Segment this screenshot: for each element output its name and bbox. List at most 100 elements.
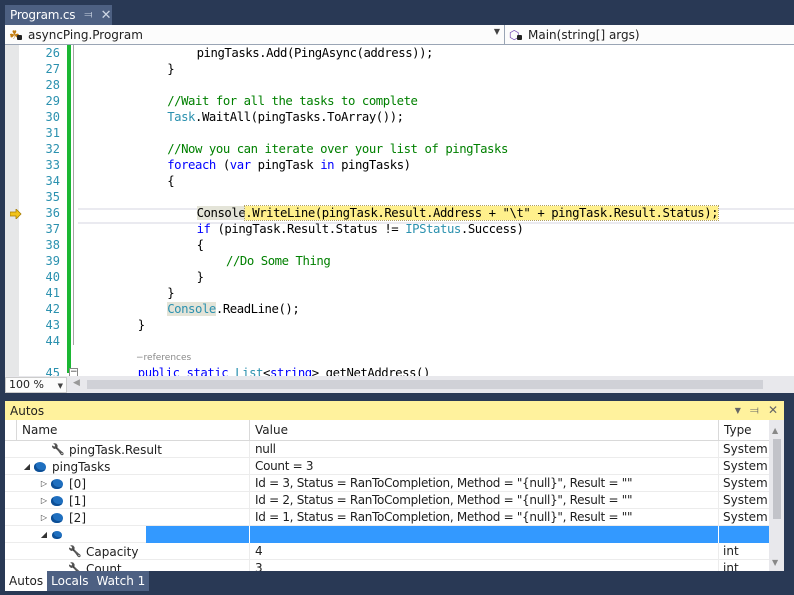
column-header-type[interactable]: Type — [718, 420, 769, 441]
code-token: //Do Some Thing — [226, 254, 331, 268]
collapsed-triangle-icon[interactable]: ▷ — [39, 513, 49, 522]
autos-row[interactable]: ◢ Raw View — [5, 526, 769, 543]
document-tab-program-cs[interactable]: Program.cs ⫤ ✕ — [5, 5, 112, 25]
scroll-left-icon[interactable]: ◀ — [73, 378, 80, 388]
code-editor[interactable]: ☘ asyncPing.Program ▼ ⬡ Main(string[] ar… — [5, 25, 794, 393]
code-line[interactable]: 38 { — [5, 237, 794, 253]
code-line[interactable]: 28 — [5, 77, 794, 93]
code-line[interactable]: 29 //Wait for all the tasks to complete — [5, 93, 794, 109]
code-text: //Do Some Thing — [226, 253, 331, 269]
code-line[interactable]: 32 //Now you can iterate over your list o… — [5, 141, 794, 157]
code-line[interactable]: 45 public static List<string> getNetAddre… — [5, 365, 794, 376]
pin-icon[interactable]: ⫤ — [84, 8, 92, 22]
class-dropdown[interactable]: ☘ asyncPing.Program ▼ — [5, 25, 505, 44]
line-number: 45 — [45, 366, 60, 376]
line-number: 29 — [45, 94, 60, 108]
autos-name-cell: 🔧 pingTask.Result — [16, 441, 249, 458]
autos-value-cell[interactable]: Id = 3, Status = RanToCompletion, Method… — [249, 475, 718, 492]
autos-window: Autos ▼ ⫤ ✕ Name Value Type 🔧 pingTask.Re… — [5, 401, 784, 571]
member-dropdown[interactable]: ⬡ Main(string[] args) — [505, 25, 794, 44]
tab-watch-1[interactable]: Watch 1 — [92, 571, 150, 591]
collapsed-triangle-icon[interactable]: ▷ — [39, 496, 49, 505]
scroll-down-icon[interactable]: ▼ — [772, 558, 778, 567]
zoom-level-dropdown[interactable]: 100 % ▼ — [5, 377, 67, 393]
autos-row[interactable]: ▷ [0] Id = 3, Status = RanToCompletion, Me… — [5, 475, 769, 492]
autos-value-cell[interactable]: 4 — [249, 543, 718, 560]
member-dropdown-value: Main(string[] args) — [528, 27, 640, 42]
code-line[interactable]: 41} — [5, 285, 794, 301]
autos-value-cell[interactable]: Count = 3 — [249, 458, 718, 475]
vertical-scrollbar[interactable]: ▲ ▼ — [769, 420, 784, 571]
autos-name-cell: ▷ [2] — [16, 509, 249, 526]
code-text: //Now you can iterate over your list of … — [167, 141, 508, 157]
autos-row[interactable]: 🔧 pingTask.Result nullSystem.N — [5, 441, 769, 458]
code-token: pingTasks.Add(PingAsync(address)); — [196, 46, 434, 60]
autos-value-cell[interactable]: Id = 2, Status = RanToCompletion, Method… — [249, 492, 718, 509]
expanded-triangle-icon[interactable]: ◢ — [22, 462, 32, 471]
chevron-down-icon[interactable]: ▼ — [494, 27, 500, 36]
execution-pointer-icon[interactable] — [9, 208, 22, 220]
code-token: } — [167, 62, 175, 76]
code-text: Console.WriteLine(pingTask.Result.Addres… — [196, 205, 720, 221]
chevron-down-icon[interactable]: ▼ — [58, 379, 63, 393]
code-line[interactable]: 33 foreach (var pingTask in pingTasks) — [5, 157, 794, 173]
code-line[interactable]: 35 — [5, 189, 794, 205]
autos-value-cell[interactable] — [249, 526, 718, 543]
horizontal-scrollbar-thumb[interactable] — [87, 380, 763, 389]
close-icon[interactable]: ✕ — [768, 403, 778, 418]
code-text: { — [197, 237, 204, 253]
autos-title: Autos — [10, 403, 45, 418]
code-line[interactable]: 40} — [5, 269, 794, 285]
tab-autos[interactable]: Autos — [5, 571, 48, 591]
code-token: var — [229, 158, 251, 172]
code-line[interactable]: 42 Console.ReadLine(); — [5, 301, 794, 317]
code-line[interactable]: 34 { — [5, 173, 794, 189]
column-header-value[interactable]: Value — [249, 420, 718, 441]
autos-name-cell: 🔧 Capacity — [16, 543, 249, 560]
autos-row[interactable]: ◢ pingTasks Count = 3System.C — [5, 458, 769, 475]
codelens-references[interactable]: −references — [136, 352, 191, 364]
autos-row[interactable]: 🔧 Count 3 int — [5, 560, 769, 571]
window-menu-icon[interactable]: ▼ — [735, 406, 741, 418]
autos-name: Count — [86, 561, 122, 572]
code-token: //Now you can iterate over your list of … — [167, 142, 508, 156]
autos-value-cell[interactable]: Id = 1, Status = RanToCompletion, Method… — [249, 509, 718, 526]
autos-type-cell — [718, 526, 769, 543]
autos-row[interactable]: 🔧 Capacity 4 int — [5, 543, 769, 560]
autos-type-cell: System.T — [718, 509, 769, 526]
code-token: > getNetAddress() — [311, 366, 431, 376]
scroll-up-icon[interactable]: ▲ — [772, 426, 778, 435]
code-line[interactable]: 36 Console.WriteLine(pingTask.Result.Addr… — [5, 205, 794, 221]
column-header-name[interactable]: Name — [16, 420, 249, 441]
code-text-area[interactable]: 26 pingTasks.Add(PingAsync(address)); 27} 2… — [5, 45, 794, 376]
autos-name-cell: ◢ Raw View — [16, 526, 249, 543]
code-text: } — [167, 61, 174, 77]
code-line[interactable]: 31 — [5, 125, 794, 141]
code-token: in — [320, 158, 335, 172]
line-number: 41 — [45, 286, 60, 300]
code-token: .WriteLine(pingTask.Result.Address + "\t… — [244, 205, 720, 221]
code-line[interactable]: 30 Task.WaitAll(pingTasks.ToArray()); — [5, 109, 794, 125]
close-icon[interactable]: ✕ — [101, 8, 112, 23]
autos-value-cell[interactable]: 3 — [249, 560, 718, 571]
autos-title-bar[interactable]: Autos ▼ ⫤ ✕ — [5, 401, 784, 420]
code-token: static — [186, 366, 229, 376]
expanded-triangle-icon[interactable]: ◢ — [39, 530, 49, 539]
wrench-icon: 🔧 — [51, 442, 65, 456]
code-line[interactable]: 26 pingTasks.Add(PingAsync(address)); — [5, 45, 794, 61]
code-line[interactable]: 43} — [5, 317, 794, 333]
code-line[interactable]: 44 — [5, 333, 794, 349]
vertical-scrollbar-thumb[interactable] — [773, 439, 781, 519]
code-token: .Success) — [460, 222, 524, 236]
code-token: { — [196, 238, 204, 252]
collapsed-triangle-icon[interactable]: ▷ — [39, 479, 49, 488]
code-line[interactable]: 37 if (pingTask.Result.Status != IPStatus… — [5, 221, 794, 237]
collapse-icon[interactable]: − — [69, 368, 78, 376]
pin-icon[interactable]: ⫤ — [750, 403, 759, 418]
code-line[interactable]: 27} — [5, 61, 794, 77]
code-line[interactable]: 39 //Do Some Thing — [5, 253, 794, 269]
autos-row[interactable]: ▷ [2] Id = 1, Status = RanToCompletion, Me… — [5, 509, 769, 526]
autos-row[interactable]: ▷ [1] Id = 2, Status = RanToCompletion, Me… — [5, 492, 769, 509]
tab-locals[interactable]: Locals — [47, 571, 93, 591]
autos-value-cell[interactable]: null — [249, 441, 718, 458]
